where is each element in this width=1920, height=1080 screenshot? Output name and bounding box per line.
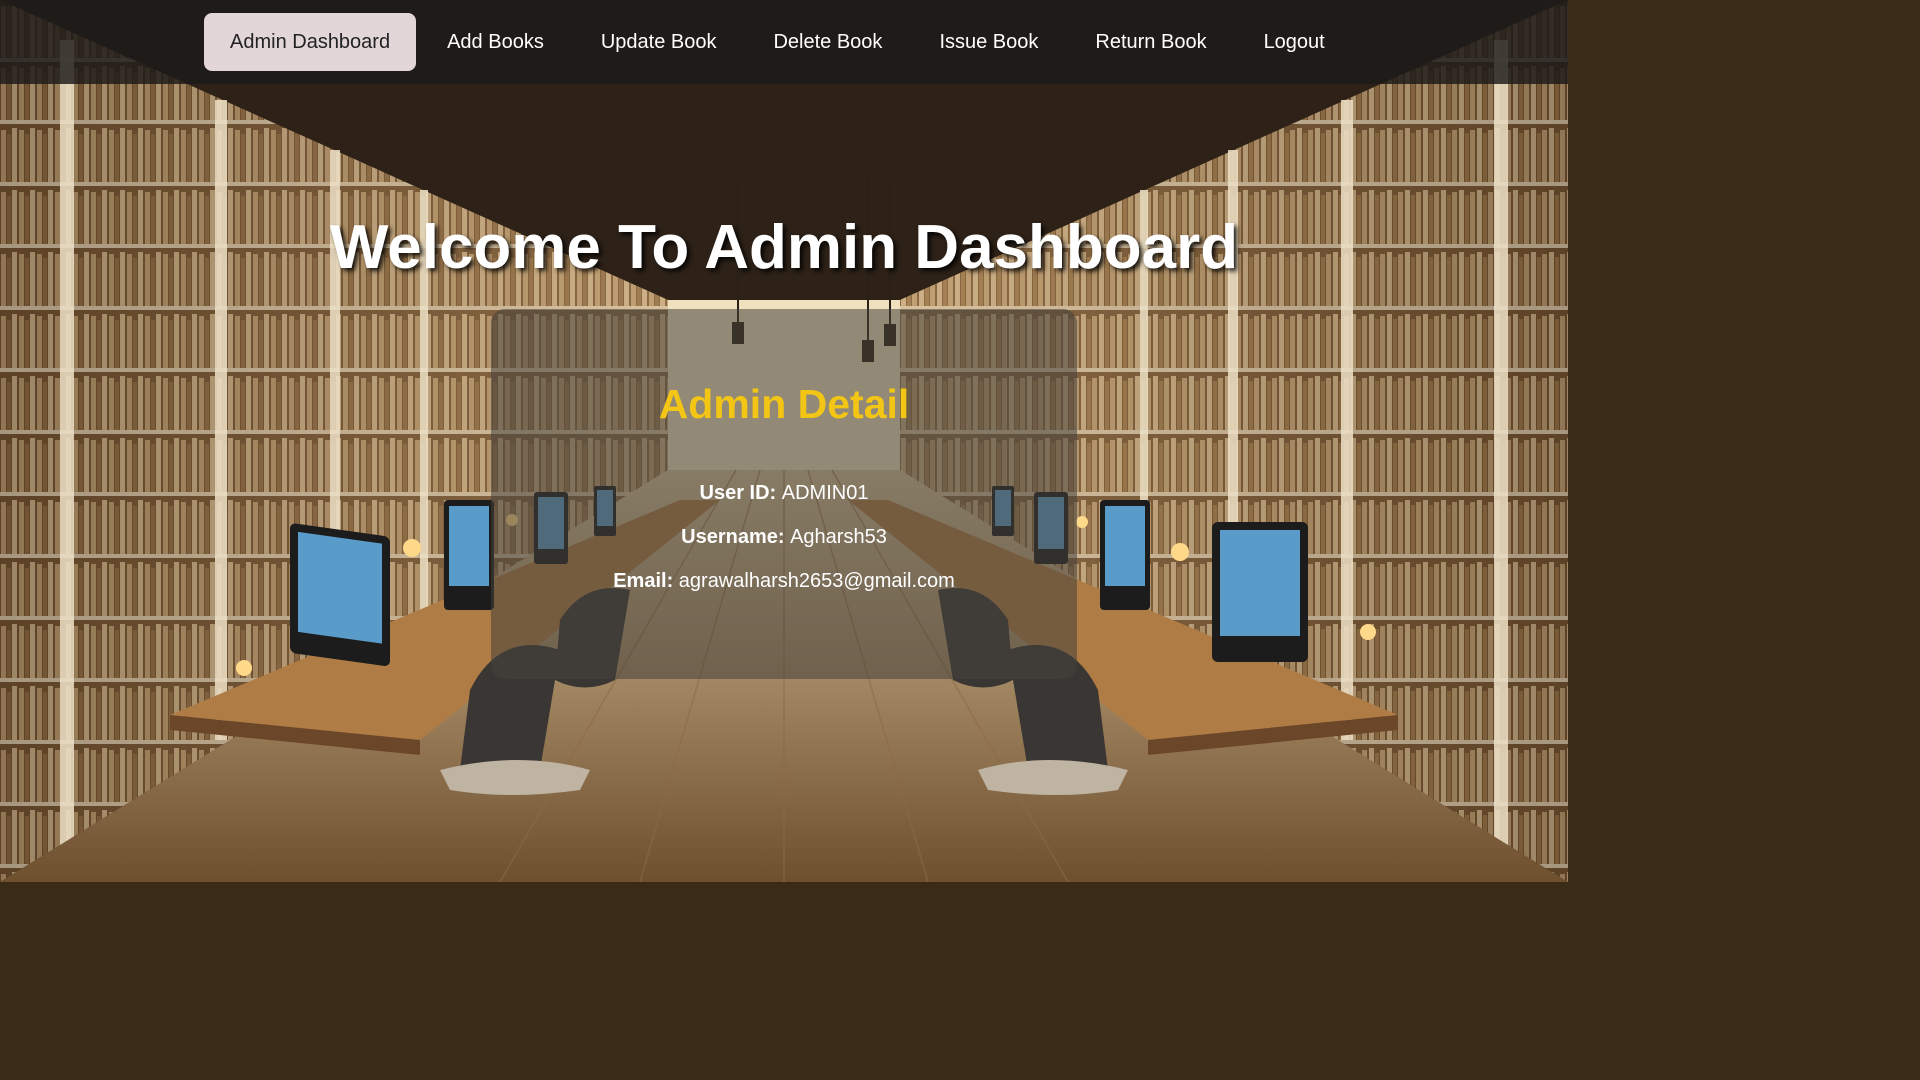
email-label: Email: bbox=[613, 570, 679, 592]
nav-admin-dashboard[interactable]: Admin Dashboard bbox=[204, 13, 417, 71]
email-row: Email: agrawalharsh2653@gmail.com bbox=[491, 570, 1077, 593]
page-heading: Welcome To Admin Dashboard bbox=[329, 213, 1239, 282]
nav-issue-book[interactable]: Issue Book bbox=[913, 13, 1064, 71]
nav-menu: Admin Dashboard Add Books Update Book De… bbox=[204, 13, 1356, 71]
username-value: Agharsh53 bbox=[790, 526, 887, 548]
nav-delete-book[interactable]: Delete Book bbox=[747, 13, 908, 71]
nav-add-books[interactable]: Add Books bbox=[421, 13, 570, 71]
admin-detail-card: Admin Detail User ID: ADMIN01 Username: … bbox=[491, 309, 1077, 679]
top-navbar: Admin Dashboard Add Books Update Book De… bbox=[0, 0, 1568, 84]
user-id-label: User ID: bbox=[699, 482, 782, 504]
nav-return-book[interactable]: Return Book bbox=[1069, 13, 1232, 71]
username-label: Username: bbox=[681, 526, 791, 548]
user-id-row: User ID: ADMIN01 bbox=[491, 482, 1077, 505]
card-title: Admin Detail bbox=[658, 381, 910, 427]
username-row: Username: Agharsh53 bbox=[491, 526, 1077, 549]
nav-update-book[interactable]: Update Book bbox=[575, 13, 743, 71]
nav-logout[interactable]: Logout bbox=[1238, 13, 1351, 71]
user-id-value: ADMIN01 bbox=[781, 482, 869, 504]
email-value: agrawalharsh2653@gmail.com bbox=[678, 570, 955, 592]
